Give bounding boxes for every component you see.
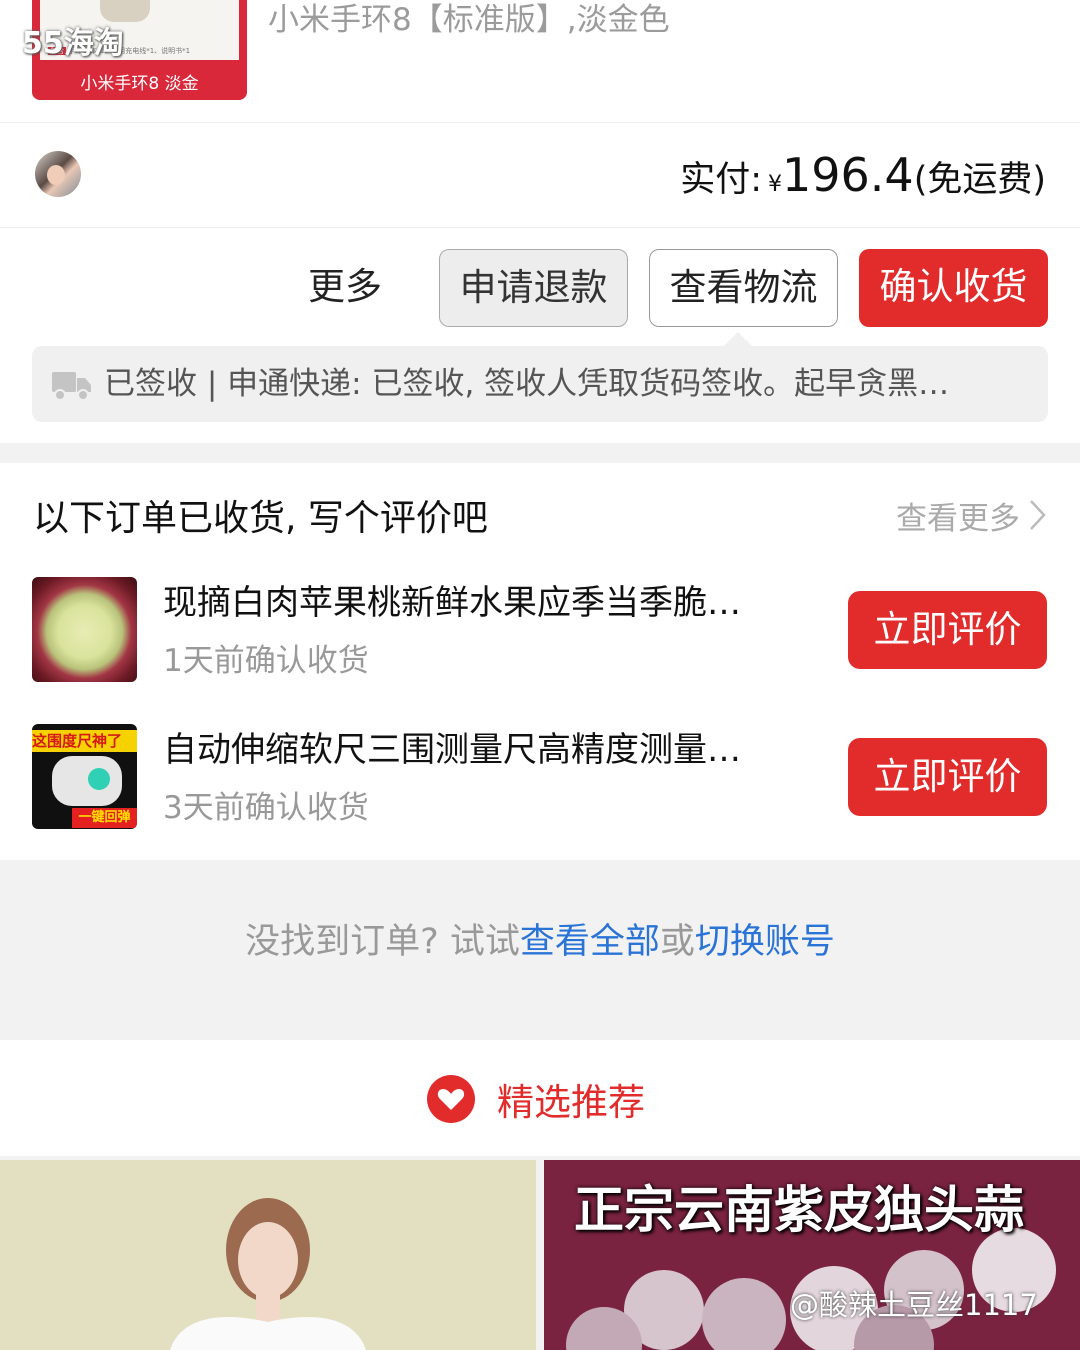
card-title: 正宗云南紫皮独头蒜 — [574, 1181, 1024, 1239]
order-not-found-hint: 没找到订单? 试试查看全部或切换账号 — [0, 861, 1080, 1039]
image-text-bottom: 一键回弹 — [72, 808, 137, 828]
logistics-text: 已签收 | 申通快递: 已签收, 签收人凭取货码签收。起早贪黑… — [104, 366, 950, 402]
product-title[interactable]: 小米手环8【标准版】,淡金色 — [268, 0, 670, 40]
chevron-right-icon[interactable] — [1028, 498, 1048, 532]
recommend-title: 精选推荐 — [497, 1081, 645, 1124]
review-item-name[interactable]: 现摘白肉苹果桃新鲜水果应季当季脆… — [163, 581, 793, 625]
not-found-prefix: 没找到订单? 试试 — [245, 922, 520, 962]
paid-amount: 实付: ¥196.4(免运费) — [680, 147, 1046, 213]
review-now-button[interactable]: 立即评价 — [848, 738, 1047, 816]
logistics-status-box[interactable]: 已签收 | 申通快递: 已签收, 签收人凭取货码签收。起早贪黑… — [32, 346, 1048, 422]
not-found-line: 没找到订单? 试试查看全部或切换账号 — [0, 913, 1080, 964]
list-item[interactable]: 现摘白肉苹果桃新鲜水果应季当季脆… 1天前确认收货 立即评价 — [0, 577, 1080, 697]
order-actions: 更多 申请退款 查看物流 确认收货 已签收 | 申通快递: 已签收, 签收人凭取… — [0, 228, 1080, 443]
product-card-right[interactable]: 正宗云南紫皮独头蒜 @酸辣土豆丝1117 — [544, 1160, 1080, 1350]
pending-review-section: 以下订单已收货, 写个评价吧 查看更多 现摘白肉苹果桃新鲜水果应季当季脆… 1天… — [0, 463, 1080, 860]
section-title: 以下订单已收货, 写个评价吧 — [33, 498, 488, 539]
amount-value: 196.4 — [781, 148, 914, 202]
thumb-caption: 小米手环8 淡金 — [80, 74, 199, 94]
user-watermark: @酸辣土豆丝1117 — [790, 1288, 1038, 1322]
switch-account-link[interactable]: 切换账号 — [695, 922, 835, 962]
not-found-middle: 或 — [659, 922, 695, 962]
avatar-face — [47, 165, 65, 185]
order-product-row[interactable]: 包含 手环主体*1、专用充电线*1、说明书*1 小米手环8 淡金 55海淘 小米… — [0, 0, 1080, 123]
refund-button[interactable]: 申请退款 — [439, 249, 628, 327]
review-item-status: 3天前确认收货 — [163, 790, 369, 826]
heart-icon — [427, 1075, 475, 1123]
review-item-name[interactable]: 自动伸缩软尺三围测量尺高精度测量… — [163, 728, 793, 772]
view-all-link[interactable]: 查看全部 — [520, 922, 660, 962]
product-image-peach[interactable] — [32, 577, 137, 682]
shipping-note: (免运费) — [913, 160, 1046, 200]
tape-device-graphic — [52, 756, 122, 806]
review-now-button[interactable]: 立即评价 — [848, 591, 1047, 669]
payment-row: 实付: ¥196.4(免运费) — [0, 123, 1080, 228]
more-button[interactable]: 更多 — [290, 249, 400, 327]
view-logistics-button[interactable]: 查看物流 — [649, 249, 838, 327]
currency-symbol: ¥ — [767, 172, 782, 197]
model-photo — [170, 1198, 366, 1350]
avatar[interactable] — [35, 151, 81, 197]
review-item-status: 1天前确认收货 — [163, 643, 369, 679]
pay-label: 实付: — [680, 160, 762, 200]
product-image-tape[interactable]: 这围度尺神了 一键回弹 — [32, 724, 137, 829]
watermark-logo: 55海淘 — [22, 26, 124, 61]
product-card-left[interactable] — [0, 1160, 536, 1350]
confirm-receipt-button[interactable]: 确认收货 — [859, 249, 1048, 327]
image-text-top: 这围度尺神了 — [32, 730, 137, 752]
view-more-link[interactable]: 查看更多 — [896, 493, 1020, 538]
list-item[interactable]: 这围度尺神了 一键回弹 自动伸缩软尺三围测量尺高精度测量… 3天前确认收货 立即… — [0, 724, 1080, 844]
tape-button-graphic — [88, 768, 110, 790]
truck-icon — [52, 372, 91, 401]
recommend-header: 精选推荐 — [0, 1040, 1080, 1156]
